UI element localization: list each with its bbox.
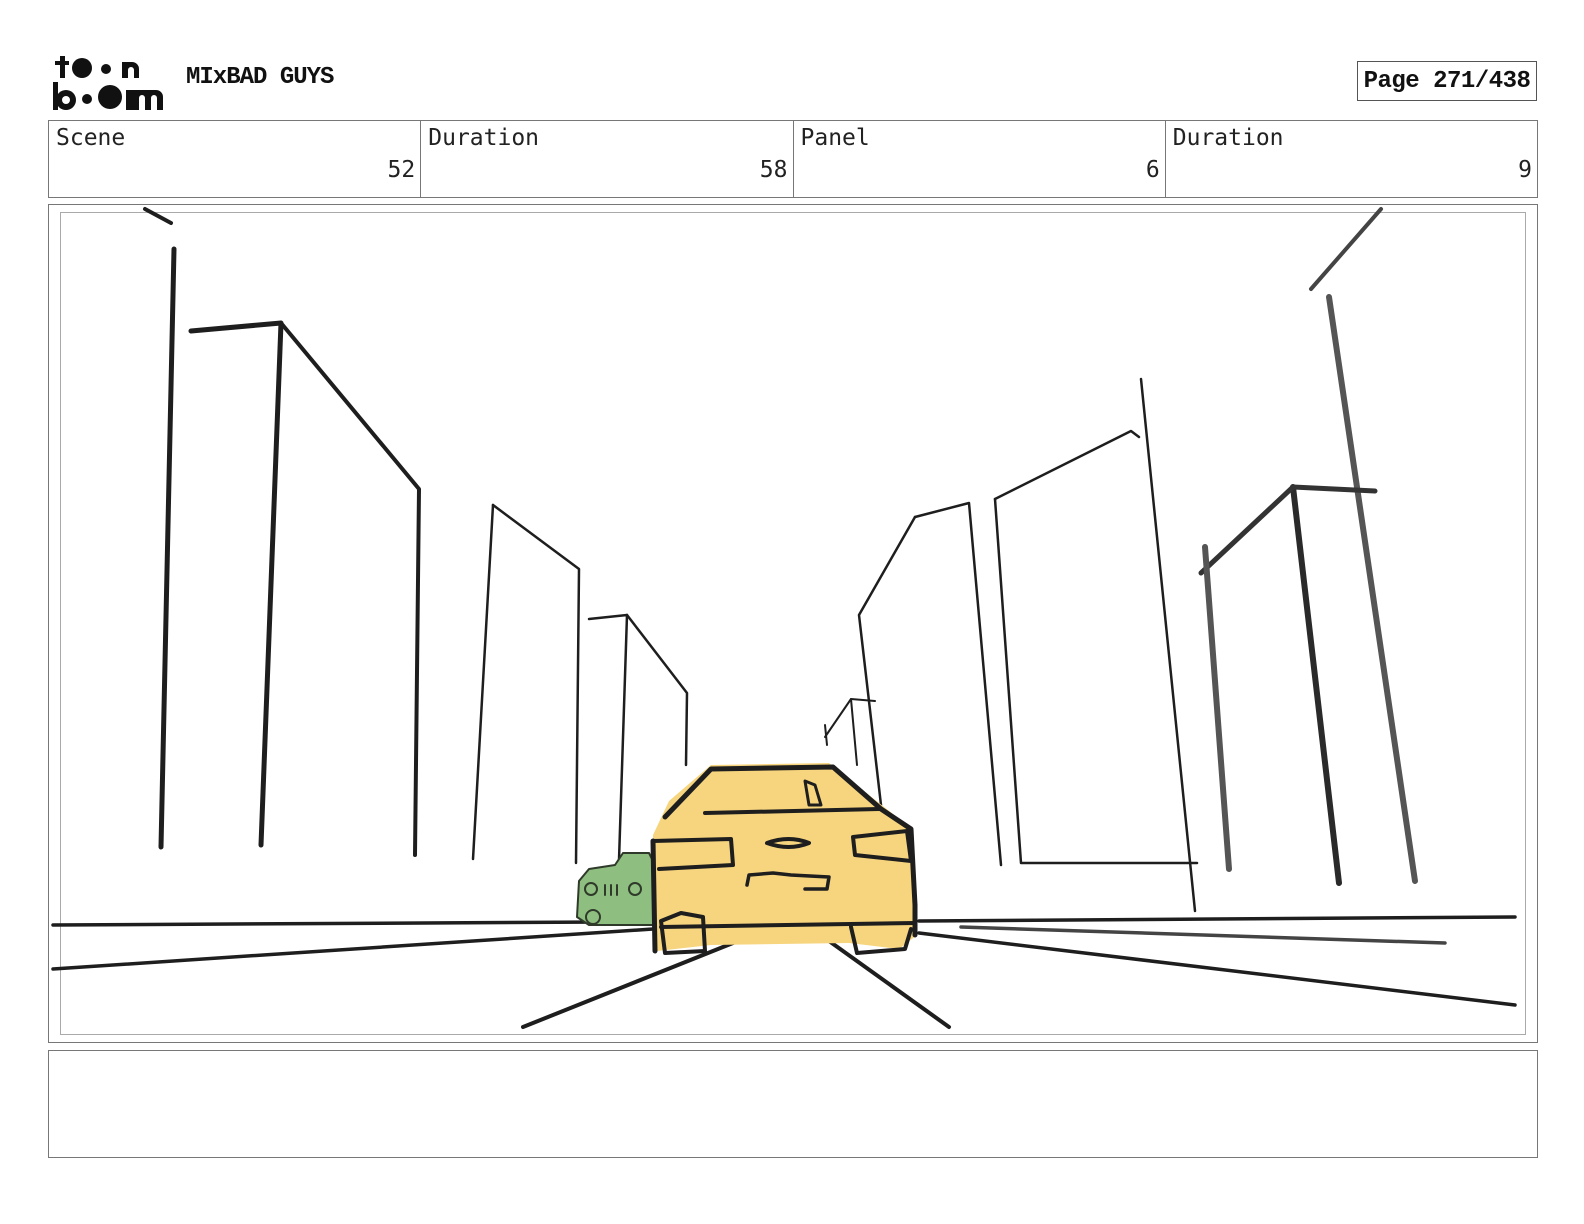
panel-duration-value: 9 <box>1518 157 1532 183</box>
taxi-car-sketch <box>650 763 918 955</box>
panel-duration-cell: Duration 9 <box>1166 121 1537 197</box>
scene-duration-value: 58 <box>759 157 788 183</box>
scene-duration-label: Duration <box>428 125 540 151</box>
scene-cell: Scene 52 <box>49 121 422 197</box>
toon-boom-logo <box>53 56 163 110</box>
panel-value: 6 <box>1145 157 1160 183</box>
green-car-sketch <box>576 852 656 926</box>
page-indicator: Page 271/438 <box>1357 61 1537 101</box>
notes-box[interactable] <box>48 1050 1538 1158</box>
scene-value: 52 <box>387 157 416 183</box>
scene-label: Scene <box>56 125 126 151</box>
panel-cell: Panel 6 <box>794 121 1166 197</box>
info-row: Scene 52 Duration 58 Panel 6 Duration 9 <box>48 120 1538 198</box>
panel-sketch <box>51 207 1517 1029</box>
panel-label: Panel <box>800 125 870 151</box>
storyboard-panel <box>48 204 1538 1043</box>
panel-duration-label: Duration <box>1172 125 1284 151</box>
scene-duration-cell: Duration 58 <box>421 121 794 197</box>
project-title: MIxBAD GUYS <box>186 64 334 91</box>
